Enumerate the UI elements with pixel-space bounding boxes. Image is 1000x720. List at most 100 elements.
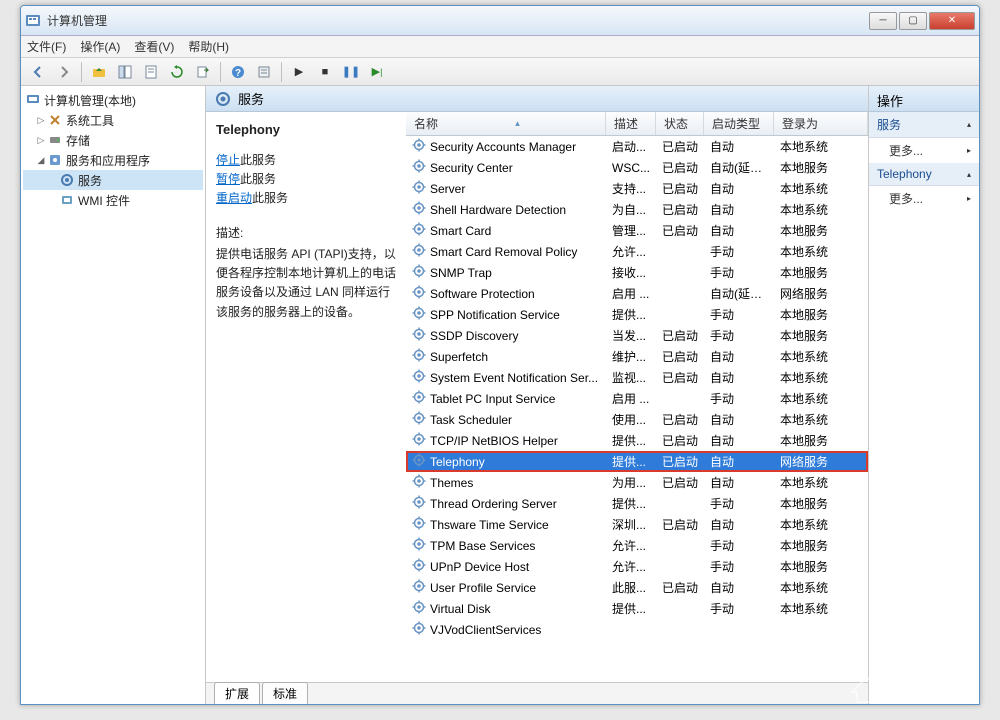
service-desc-cell: 为用... [606,474,656,491]
col-logon[interactable]: 登录为 [774,112,868,135]
col-name[interactable]: 名称▴ [406,112,606,135]
service-row[interactable]: Telephony提供...已启动自动网络服务 [406,451,868,472]
service-name-cell: Superfetch [406,348,606,365]
pause-link[interactable]: 暂停 [216,172,240,186]
action-group-services[interactable]: 服务▴ [869,112,979,138]
service-logon-cell: 本地系统 [774,243,868,260]
service-startup-cell: 自动(延迟... [704,159,774,176]
restart-link[interactable]: 重启动 [216,191,252,205]
service-row[interactable]: Smart Card管理...已启动自动本地服务 [406,220,868,241]
service-name-cell: Themes [406,474,606,491]
service-row[interactable]: TPM Base Services允许...手动本地服务 [406,535,868,556]
help-button[interactable]: ? [227,61,249,83]
tree-storage[interactable]: ▷ 存储 [23,130,203,150]
service-row[interactable]: Thsware Time Service深圳...已启动自动本地系统 [406,514,868,535]
service-row[interactable]: Smart Card Removal Policy允许...手动本地系统 [406,241,868,262]
app-window: 计算机管理 ─ ▢ ✕ 文件(F) 操作(A) 查看(V) 帮助(H) ? ▶ … [20,5,980,705]
stop-link[interactable]: 停止 [216,153,240,167]
forward-button[interactable] [53,61,75,83]
watermark: 系统之家 [842,657,992,712]
service-row[interactable]: User Profile Service此服...已启动自动本地系统 [406,577,868,598]
service-row[interactable]: Virtual Disk提供...手动本地系统 [406,598,868,619]
up-folder-button[interactable] [88,61,110,83]
expand-icon[interactable]: ▷ [35,115,47,126]
service-row[interactable]: Themes为用...已启动自动本地系统 [406,472,868,493]
service-desc-cell: 使用... [606,411,656,428]
menu-help[interactable]: 帮助(H) [188,38,229,55]
service-startup-cell: 手动 [704,327,774,344]
service-row[interactable]: Security CenterWSC...已启动自动(延迟...本地服务 [406,157,868,178]
menu-action[interactable]: 操作(A) [80,38,120,55]
service-name-cell: SSDP Discovery [406,327,606,344]
properties-button[interactable] [140,61,162,83]
col-startup[interactable]: 启动类型 [704,112,774,135]
gear-icon [412,495,426,512]
service-status-cell: 已启动 [656,579,704,596]
service-logon-cell: 本地系统 [774,201,868,218]
service-name: TPM Base Services [430,539,535,553]
action-more-telephony[interactable]: 更多...▸ [869,186,979,211]
refresh-button[interactable] [166,61,188,83]
service-name: Smart Card [430,224,491,238]
col-desc[interactable]: 描述 [606,112,656,135]
action-button[interactable] [253,61,275,83]
tree-root[interactable]: 计算机管理(本地) [23,90,203,110]
start-service-button[interactable]: ▶ [288,61,310,83]
service-row[interactable]: Task Scheduler使用...已启动自动本地系统 [406,409,868,430]
col-status[interactable]: 状态 [656,112,704,135]
service-row[interactable]: Security Accounts Manager启动...已启动自动本地系统 [406,136,868,157]
list-rows[interactable]: Security Accounts Manager启动...已启动自动本地系统S… [406,136,868,682]
service-row[interactable]: Shell Hardware Detection为自...已启动自动本地系统 [406,199,868,220]
tab-standard[interactable]: 标准 [262,682,308,704]
menu-file[interactable]: 文件(F) [27,38,66,55]
service-logon-cell: 本地服务 [774,222,868,239]
collapse-icon[interactable]: ◢ [35,155,47,166]
action-more-services[interactable]: 更多...▸ [869,138,979,163]
service-startup-cell: 手动 [704,264,774,281]
service-status-cell: 已启动 [656,222,704,239]
service-logon-cell: 本地系统 [774,348,868,365]
service-desc-cell: 提供... [606,495,656,512]
service-row[interactable]: UPnP Device Host允许...手动本地服务 [406,556,868,577]
maximize-button[interactable]: ▢ [899,12,927,30]
export-button[interactable] [192,61,214,83]
tree-wmi[interactable]: WMI 控件 [23,190,203,210]
service-name: User Profile Service [430,581,536,595]
service-row[interactable]: SPP Notification Service提供...手动本地服务 [406,304,868,325]
pause-service-button[interactable]: ❚❚ [340,61,362,83]
menu-view[interactable]: 查看(V) [134,38,174,55]
tree-system-tools[interactable]: ▷ 系统工具 [23,110,203,130]
tree-services[interactable]: 服务 [23,170,203,190]
desc-label: 描述: [216,224,396,241]
service-row[interactable]: Software Protection启用 ...自动(延迟...网络服务 [406,283,868,304]
service-name-cell: Tablet PC Input Service [406,390,606,407]
restart-service-button[interactable]: ▶| [366,61,388,83]
close-button[interactable]: ✕ [929,12,975,30]
show-hide-tree-button[interactable] [114,61,136,83]
tab-extended[interactable]: 扩展 [214,682,260,704]
service-row[interactable]: SNMP Trap接收...手动本地服务 [406,262,868,283]
service-startup-cell: 自动 [704,138,774,155]
minimize-button[interactable]: ─ [869,12,897,30]
action-group-telephony[interactable]: Telephony▴ [869,163,979,186]
back-button[interactable] [27,61,49,83]
service-name-cell: Security Accounts Manager [406,138,606,155]
service-startup-cell: 自动 [704,369,774,386]
tree-services-apps[interactable]: ◢ 服务和应用程序 [23,150,203,170]
service-row[interactable]: Server支持...已启动自动本地系统 [406,178,868,199]
service-row[interactable]: TCP/IP NetBIOS Helper提供...已启动自动本地服务 [406,430,868,451]
service-row[interactable]: Thread Ordering Server提供...手动本地服务 [406,493,868,514]
stop-service-button[interactable]: ■ [314,61,336,83]
service-row[interactable]: System Event Notification Ser...监视...已启动… [406,367,868,388]
service-logon-cell: 本地系统 [774,579,868,596]
actions-pane: 操作 服务▴ 更多...▸ Telephony▴ 更多...▸ [869,86,979,704]
gear-icon [412,537,426,554]
service-row[interactable]: Tablet PC Input Service启用 ...手动本地系统 [406,388,868,409]
service-row[interactable]: Superfetch维护...已启动自动本地系统 [406,346,868,367]
gear-icon [412,621,426,638]
service-name: Thsware Time Service [430,518,549,532]
service-row[interactable]: VJVodClientServices [406,619,868,640]
expand-icon[interactable]: ▷ [35,135,47,146]
service-row[interactable]: SSDP Discovery当发...已启动手动本地服务 [406,325,868,346]
service-desc-cell: 当发... [606,327,656,344]
